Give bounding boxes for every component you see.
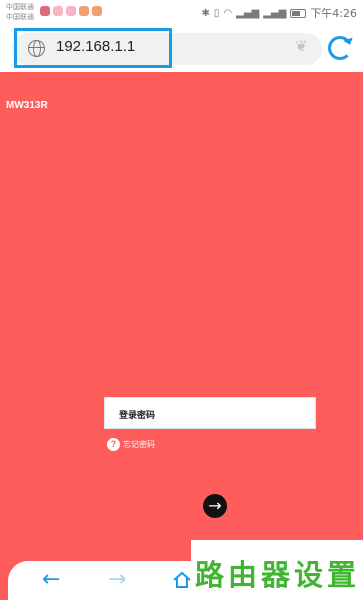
forgot-password-label: 忘记密码 <box>123 440 155 449</box>
watermark: 路由器设置 <box>191 540 363 600</box>
battery-icon <box>290 8 307 18</box>
signal-2g-icon: ▂▄▆ <box>263 7 287 19</box>
password-input[interactable]: 登录密码 <box>104 397 316 429</box>
back-arrow-icon[interactable]: ← <box>42 567 60 592</box>
notification-icons <box>40 6 102 16</box>
router-login-page: MW313R 登录密码 ? 忘记密码 → <box>0 72 363 600</box>
app-notification-icon <box>92 6 102 16</box>
vibrate-icon: ▯ <box>213 7 220 19</box>
wifi-icon: ◠ <box>223 7 233 19</box>
home-icon[interactable] <box>172 570 192 590</box>
watermark-text: 路由器设置 <box>195 558 361 592</box>
help-icon: ? <box>107 438 120 451</box>
browser-toolbar: 192.168.1.1 ❦ <box>0 26 363 72</box>
forgot-password-link[interactable]: ? 忘记密码 <box>107 438 155 451</box>
url-highlight-box <box>14 28 172 68</box>
device-model-label: MW313R <box>6 100 48 111</box>
heartbeat-icon <box>40 6 50 16</box>
status-bar: 中国联通 中国联通 ✱ ▯ ◠ ▂▄▆ ▂▄▆ 下午4:26 <box>0 0 363 26</box>
carrier-1: 中国联通 <box>6 3 34 11</box>
bluetooth-icon: ✱ <box>201 7 210 19</box>
carrier-2: 中国联通 <box>6 13 34 21</box>
forward-arrow-icon[interactable]: → <box>108 567 126 592</box>
signal-4g-icon: ▂▄▆ <box>236 7 260 19</box>
status-time: 下午4:26 <box>310 7 357 20</box>
system-status: ✱ ▯ ◠ ▂▄▆ ▂▄▆ 下午4:26 <box>202 5 358 21</box>
refresh-icon[interactable] <box>328 36 352 60</box>
app-notification-icon <box>66 6 76 16</box>
carrier-info: 中国联通 中国联通 <box>6 2 34 22</box>
footprint-icon[interactable]: ❦ <box>295 37 308 55</box>
app-notification-icon <box>79 6 89 16</box>
login-button[interactable]: → <box>203 494 227 518</box>
app-notification-icon <box>53 6 63 16</box>
